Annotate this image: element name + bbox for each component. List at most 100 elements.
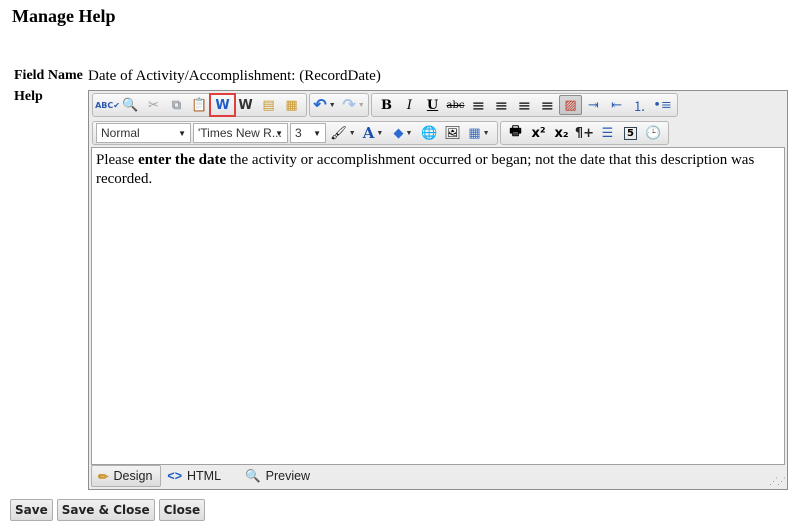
- chevron-down-icon: ▼: [405, 129, 413, 137]
- italic-button[interactable]: I: [398, 95, 421, 115]
- spell-check-icon: ABC✔: [95, 100, 120, 110]
- undo-button[interactable]: ↶ ▼: [313, 95, 336, 115]
- redo-icon: ↷: [342, 97, 356, 114]
- hyperlink-button[interactable]: 🌐: [418, 123, 441, 143]
- paste-plain-text-button[interactable]: ▤: [257, 95, 280, 115]
- fore-color-button[interactable]: A ▼: [358, 123, 388, 143]
- undo-redo-toolbar-group: ↶ ▼ ↷ ▼: [309, 93, 369, 117]
- code-icon: <>: [167, 469, 183, 483]
- pencil-icon: ✏: [98, 469, 109, 484]
- format-stripper-icon: 🖌: [330, 125, 347, 140]
- align-center-icon: ≡: [494, 95, 509, 115]
- justify-button[interactable]: ≡: [536, 95, 559, 115]
- image-icon: 🖼: [444, 125, 461, 140]
- save-and-close-button[interactable]: Save & Close: [56, 499, 155, 521]
- align-center-button[interactable]: ≡: [490, 95, 513, 115]
- superscript-icon: x²: [531, 125, 546, 141]
- image-button[interactable]: 🖼: [441, 123, 464, 143]
- align-right-button[interactable]: ≡: [513, 95, 536, 115]
- field-name-label: Field Name: [14, 68, 83, 83]
- indent-icon: ⇥: [588, 97, 599, 113]
- chevron-down-icon: ▼: [313, 129, 321, 138]
- paragraph-icon: ¶+: [574, 125, 595, 141]
- strikethrough-button[interactable]: abc: [444, 95, 467, 115]
- font-size-value: 3: [295, 126, 302, 140]
- clipboard-toolbar-group: ABC✔ 🔍 ✂ ⧉ 📋 W W ▤ ▦: [92, 93, 307, 117]
- close-button[interactable]: Close: [158, 499, 206, 521]
- paste-icon: 📋: [191, 97, 208, 113]
- print-icon: 🖶: [509, 124, 522, 139]
- superscript-button[interactable]: x²: [527, 123, 550, 143]
- mode-tab-design[interactable]: ✏ Design: [91, 465, 162, 487]
- outdent-button[interactable]: ⇤: [605, 95, 628, 115]
- mode-tab-html[interactable]: <> HTML: [161, 465, 229, 487]
- mode-tab-preview[interactable]: 🔍 Preview: [239, 465, 318, 487]
- outdent-icon: ⇤: [611, 97, 622, 113]
- mode-tab-label: Preview: [265, 469, 311, 483]
- insert-toolbar-group: 🖶 x² x₂ ¶+ ☰ 5 🕒: [500, 121, 669, 145]
- back-color-button[interactable]: ◆ ▼: [388, 123, 418, 143]
- underline-button[interactable]: U: [421, 95, 444, 115]
- formatting-toolbar-group: B I Uabc ≡ ≡ ≡ ≡ ▨ ⇥ ⇤ ⒈ •≡: [371, 93, 678, 117]
- spell-check-button[interactable]: ABC✔: [95, 95, 120, 115]
- paragraph-style-select[interactable]: Normal ▼: [96, 123, 191, 143]
- font-size-select[interactable]: 3 ▼: [290, 123, 326, 143]
- insert-date-button[interactable]: 5: [619, 123, 642, 143]
- align-left-button[interactable]: ≡: [467, 95, 490, 115]
- toolbar-row-2: Normal ▼ 'Times New R... ▼ 3 ▼ 🖌 ▼ A ▼ ◆ ▼ 🌐 🖼 ▦ ▼ 🖶…: [92, 121, 669, 145]
- font-name-select[interactable]: 'Times New R... ▼: [193, 123, 288, 143]
- paste-as-html-icon: ▦: [285, 97, 298, 113]
- paste-as-html-button[interactable]: ▦: [280, 95, 303, 115]
- redo-button[interactable]: ↷ ▼: [342, 95, 365, 115]
- editor-mode-tabs: ✏ Design <> HTML 🔍 Preview: [91, 465, 785, 487]
- bulleted-list-button[interactable]: •≡: [651, 95, 674, 115]
- field-name-value: Date of Activity/Accomplishment: (Record…: [88, 68, 381, 84]
- rich-text-editor: ABC✔ 🔍 ✂ ⧉ 📋 W W ▤ ▦ ↶ ▼ ↷ ▼ B I Uabc ≡ ≡ ≡ ≡ ▨ ⇥ ⇤ ⒈ •≡ Norm…: [88, 90, 788, 490]
- toolbar-row-1: ABC✔ 🔍 ✂ ⧉ 📋 W W ▤ ▦ ↶ ▼ ↷ ▼ B I Uabc ≡ ≡ ≡ ≡ ▨ ⇥ ⇤ ⒈ •≡: [92, 93, 678, 117]
- fore-color-icon: A: [362, 124, 375, 142]
- table-icon: ▦: [468, 125, 481, 140]
- print-button[interactable]: 🖶: [504, 123, 527, 143]
- remove-alignment-button[interactable]: ▨: [559, 95, 582, 115]
- paste-from-word-strip-font-icon: W: [238, 97, 253, 113]
- find-button[interactable]: 🔍: [119, 95, 142, 115]
- numbered-list-icon: ⒈: [632, 99, 646, 115]
- bulleted-list-icon: •≡: [653, 97, 672, 113]
- bold-button[interactable]: B: [375, 95, 398, 115]
- horizontal-rule-button[interactable]: ☰: [596, 123, 619, 143]
- font-toolbar-group: Normal ▼ 'Times New R... ▼ 3 ▼ 🖌 ▼ A ▼ ◆ ▼ 🌐 🖼 ▦ ▼: [92, 121, 498, 145]
- chevron-down-icon: ▼: [482, 129, 490, 137]
- insert-date-icon: 5: [624, 126, 637, 140]
- magnifier-icon: 🔍: [245, 468, 261, 483]
- align-right-icon: ≡: [517, 95, 532, 115]
- subscript-button[interactable]: x₂: [550, 123, 573, 143]
- numbered-list-button[interactable]: ⒈: [628, 95, 651, 115]
- horizontal-rule-icon: ☰: [601, 125, 614, 141]
- indent-button[interactable]: ⇥: [582, 95, 605, 115]
- chevron-down-icon: ▼: [376, 129, 384, 137]
- paste-button[interactable]: 📋: [188, 95, 211, 115]
- paste-plain-text-icon: ▤: [262, 97, 275, 113]
- resize-grip-icon[interactable]: ⋰⋰: [769, 476, 786, 487]
- insert-time-icon: 🕒: [645, 125, 662, 141]
- italic-icon: I: [406, 97, 413, 113]
- paragraph-style-value: Normal: [101, 126, 140, 140]
- strikethrough-icon: abc: [446, 99, 465, 111]
- paste-from-word-button[interactable]: W: [209, 93, 236, 117]
- paste-from-word-strip-font-button[interactable]: W: [234, 95, 257, 115]
- cut-button[interactable]: ✂: [142, 95, 165, 115]
- save-button[interactable]: Save: [10, 499, 53, 521]
- format-stripper-button[interactable]: 🖌 ▼: [328, 123, 358, 143]
- paste-from-word-icon: W: [215, 97, 230, 113]
- copy-button[interactable]: ⧉: [165, 95, 188, 115]
- table-button[interactable]: ▦ ▼: [464, 123, 494, 143]
- editor-content-area[interactable]: Please enter the date the activity or ac…: [91, 147, 785, 465]
- content-bold-text: enter the date: [138, 152, 227, 168]
- font-name-value: 'Times New R...: [198, 126, 282, 140]
- action-buttons: Save Save & Close Close: [10, 499, 206, 521]
- insert-time-button[interactable]: 🕒: [642, 123, 665, 143]
- paragraph-button[interactable]: ¶+: [573, 123, 596, 143]
- cut-icon: ✂: [148, 97, 159, 113]
- chevron-down-icon: ▼: [348, 129, 356, 137]
- back-color-icon: ◆: [393, 125, 404, 140]
